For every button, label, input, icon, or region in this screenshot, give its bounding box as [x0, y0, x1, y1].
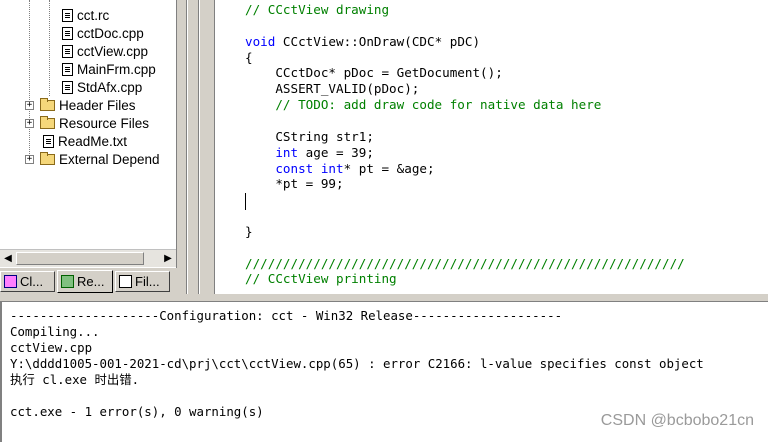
- code-line: void CCctView::OnDraw(CDC* pDC): [245, 34, 480, 50]
- code-line: CString str1;: [245, 129, 374, 145]
- file-icon: [62, 44, 73, 58]
- file-icon: [62, 8, 73, 22]
- tree-item-label: cctView.cpp: [77, 43, 149, 59]
- tree-item[interactable]: cct.rc: [62, 6, 109, 24]
- file-view-panel: cct.rc cctDoc.cpp cctView.cpp MainFrm.cpp St…: [0, 0, 177, 268]
- workspace-tabs: Cl... Re... Fil...: [0, 268, 176, 294]
- tree-item[interactable]: StdAfx.cpp: [62, 78, 142, 96]
- tab-label: Re...: [77, 274, 105, 289]
- tab-label: Fil...: [135, 274, 160, 289]
- output-pane-border: [0, 294, 768, 302]
- code-line: const int* pt = &age;: [245, 161, 435, 177]
- output-line[interactable]: Y:\dddd1005-001-2021-cd\prj\cct\cctView.…: [10, 356, 704, 372]
- tree-item[interactable]: ReadMe.txt: [43, 132, 127, 150]
- tree-horizontal-scrollbar[interactable]: ◀ ▶: [0, 249, 176, 267]
- code-line: {: [245, 50, 253, 66]
- tree-item-label: Header Files: [59, 97, 136, 113]
- tree-item-label: ReadMe.txt: [58, 133, 128, 149]
- scroll-left-arrow-icon[interactable]: ◀: [0, 250, 16, 267]
- code-line: ASSERT_VALID(pDoc);: [245, 81, 419, 97]
- code-line: }: [245, 224, 253, 240]
- splitter-groove: [199, 0, 200, 294]
- expand-icon[interactable]: +: [25, 154, 34, 164]
- code-text: CCctDoc* pDoc = GetDocument();: [245, 65, 503, 80]
- code-keyword: int: [275, 145, 299, 160]
- file-view-icon: [119, 275, 132, 288]
- code-line: // CCctView drawing: [245, 2, 389, 18]
- tree-item[interactable]: cctDoc.cpp: [62, 24, 144, 42]
- code-comment: // CCctView drawing: [245, 2, 390, 17]
- tab-file-view[interactable]: Fil...: [115, 271, 170, 292]
- code-text: CCctView::OnDraw(CDC* pDC): [275, 34, 481, 49]
- code-comment: // TODO: add draw code for native data h…: [245, 97, 602, 112]
- code-text: CString str1;: [245, 129, 374, 144]
- code-text: * pt = &age;: [343, 161, 435, 176]
- tree-item-label: cctDoc.cpp: [77, 25, 144, 41]
- code-text: *pt = 99;: [245, 176, 344, 191]
- tab-label: Cl...: [20, 274, 44, 289]
- tree-item-label: StdAfx.cpp: [77, 79, 143, 95]
- output-line[interactable]: --------------------Configuration: cct -…: [10, 308, 562, 324]
- tree-item[interactable]: cctView.cpp: [62, 42, 148, 60]
- tree-connector: [29, 0, 30, 158]
- tree-item[interactable]: + External Depend: [25, 150, 160, 168]
- code-text: }: [245, 224, 253, 239]
- code-keyword: void: [245, 34, 276, 49]
- code-keyword: const int: [275, 161, 344, 176]
- output-line[interactable]: cct.exe - 1 error(s), 0 warning(s): [10, 404, 264, 420]
- splitter-groove: [187, 0, 188, 294]
- scroll-right-arrow-icon[interactable]: ▶: [160, 250, 176, 267]
- file-icon: [62, 26, 73, 40]
- code-line: CCctDoc* pDoc = GetDocument();: [245, 65, 503, 81]
- file-icon: [62, 62, 73, 76]
- code-line: ////////////////////////////////////////…: [245, 256, 685, 272]
- tree-item-label: cct.rc: [77, 7, 110, 23]
- tree-connector: [49, 0, 50, 96]
- code-comment: ////////////////////////////////////////…: [245, 256, 685, 271]
- expand-icon[interactable]: +: [25, 100, 34, 110]
- scrollbar-thumb[interactable]: [16, 252, 144, 265]
- text-caret: [245, 193, 246, 210]
- code-text: age = 39;: [298, 145, 374, 160]
- output-line[interactable]: Compiling...: [10, 324, 100, 340]
- watermark-text: CSDN @bcbobo21cn: [600, 412, 754, 429]
- folder-icon: [40, 151, 55, 165]
- file-icon: [62, 80, 73, 94]
- code-line: int age = 39;: [245, 145, 374, 161]
- class-view-icon: [4, 275, 17, 288]
- output-line[interactable]: cctView.cpp: [10, 340, 92, 356]
- output-line[interactable]: 执行 cl.exe 时出错.: [10, 372, 139, 388]
- tree-item-label: External Depend: [59, 151, 160, 167]
- folder-icon: [40, 115, 55, 129]
- tree-item-label: MainFrm.cpp: [77, 61, 156, 77]
- code-comment: // CCctView printing: [245, 271, 397, 286]
- code-line: *pt = 99;: [245, 176, 344, 192]
- resource-view-icon: [61, 275, 74, 288]
- tree-item[interactable]: + Resource Files: [25, 114, 149, 132]
- folder-icon: [40, 97, 55, 111]
- expand-icon[interactable]: +: [25, 118, 34, 128]
- tree-item[interactable]: + Header Files: [25, 96, 136, 114]
- code-line: // TODO: add draw code for native data h…: [245, 97, 601, 113]
- pane-splitter[interactable]: [177, 0, 214, 294]
- tree-item[interactable]: MainFrm.cpp: [62, 60, 156, 78]
- tree-item-label: Resource Files: [59, 115, 150, 131]
- file-icon: [43, 134, 54, 148]
- tab-resource-view[interactable]: Re...: [57, 270, 113, 293]
- code-line: // CCctView printing: [245, 271, 397, 287]
- code-text: ASSERT_VALID(pDoc);: [245, 81, 420, 96]
- tab-class-view[interactable]: Cl...: [0, 271, 55, 292]
- code-text: {: [245, 50, 253, 65]
- code-editor[interactable]: // CCctView drawingvoid CCctView::OnDraw…: [214, 0, 768, 294]
